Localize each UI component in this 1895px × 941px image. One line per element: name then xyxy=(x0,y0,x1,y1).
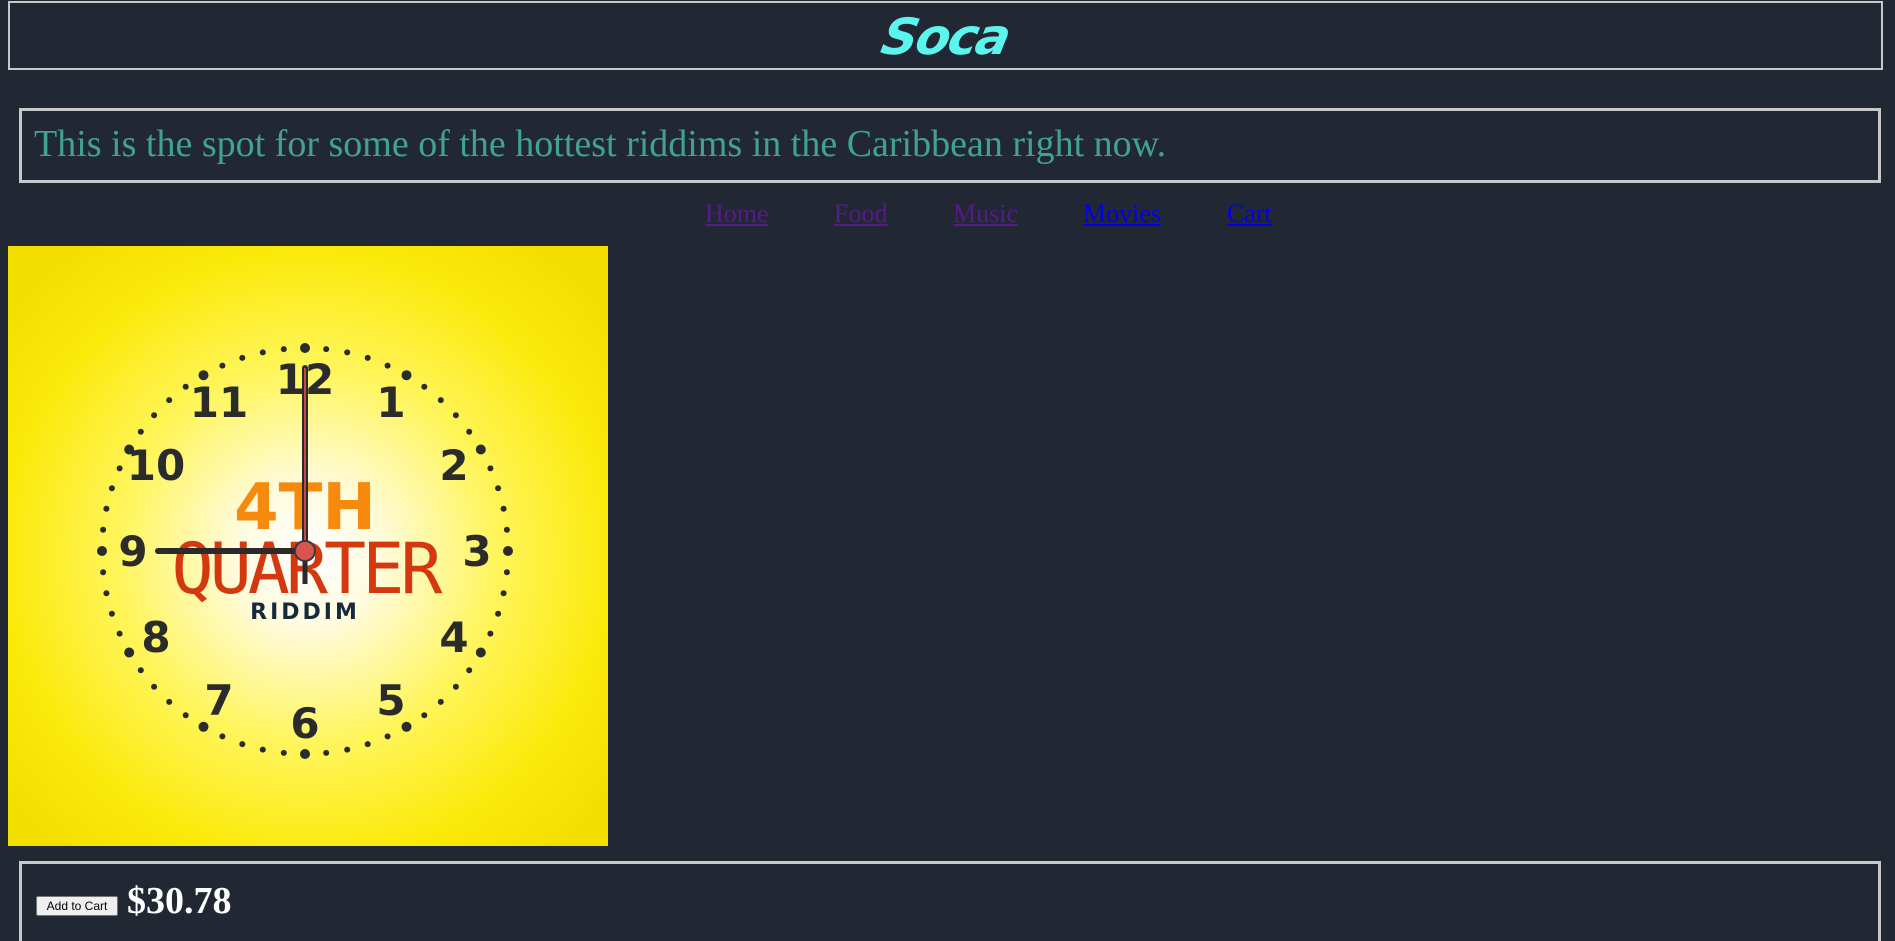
clock-number: 5 xyxy=(376,676,405,725)
clock-minor-tick xyxy=(280,346,287,353)
clock-minor-tick xyxy=(280,749,287,756)
clock-minor-tick xyxy=(116,465,123,472)
site-title: Soca xyxy=(876,8,1015,66)
clock-minor-tick xyxy=(364,741,371,748)
clock-number: 10 xyxy=(127,441,185,490)
clock-major-tick xyxy=(300,343,310,353)
clock-minor-tick xyxy=(495,610,502,617)
site-header: Soca xyxy=(8,1,1883,70)
clock-minor-tick xyxy=(166,397,173,404)
clock-minor-tick xyxy=(137,667,144,674)
clock-minor-tick xyxy=(108,610,115,617)
album-cover-image: 12 1 2 3 4 5 6 7 8 9 10 11 4TH QUARTER RIDDIM xyxy=(8,246,608,846)
clock-number: 3 xyxy=(462,527,491,576)
price-label: $30.78 xyxy=(127,880,232,922)
clock-minor-tick xyxy=(421,712,428,719)
clock-number: 1 xyxy=(376,378,405,427)
clock-number: 6 xyxy=(290,699,319,748)
nav-link-food[interactable]: Food xyxy=(834,197,887,231)
clock-minor-tick xyxy=(103,505,110,512)
clock-minor-tick xyxy=(323,749,330,756)
clock-major-tick xyxy=(503,546,513,556)
clock-minor-tick xyxy=(259,746,266,753)
purchase-panel: Add to Cart $30.78 xyxy=(19,861,1881,941)
clock-minor-tick xyxy=(166,698,173,705)
clock-minor-tick xyxy=(487,465,494,472)
clock-minor-tick xyxy=(344,746,351,753)
clock-minor-tick xyxy=(219,733,226,740)
clock-minor-tick xyxy=(466,428,473,435)
clock-minor-tick xyxy=(239,354,246,361)
clock-number: 11 xyxy=(190,378,248,427)
clock-major-tick xyxy=(475,647,486,658)
clock-minor-tick xyxy=(100,569,107,576)
clock-minor-tick xyxy=(239,741,246,748)
clock-minor-tick xyxy=(182,383,189,390)
clock-minor-tick xyxy=(259,349,266,356)
clock-minor-tick xyxy=(495,485,502,492)
main-nav: Home Food Music Movies Cart xyxy=(0,197,1895,231)
clock-minor-tick xyxy=(344,349,351,356)
clock-minor-tick xyxy=(323,346,330,353)
clock-minor-tick xyxy=(151,412,158,419)
clock-number: 9 xyxy=(118,527,147,576)
clock-minor-tick xyxy=(384,362,391,369)
album-cover-svg: 12 1234567891011 4TH QUARTER RIDDIM xyxy=(8,246,608,846)
clock-number: 4 xyxy=(439,613,468,662)
clock-center-cap xyxy=(294,540,316,562)
clock-minor-tick xyxy=(364,354,371,361)
clock-minor-tick xyxy=(108,485,115,492)
clock-minor-tick xyxy=(503,526,510,533)
clock-minor-tick xyxy=(503,569,510,576)
nav-link-music[interactable]: Music xyxy=(953,197,1018,231)
tagline-panel: This is the spot for some of the hottest… xyxy=(19,108,1881,183)
clock-minor-tick xyxy=(100,526,107,533)
clock-minor-tick xyxy=(137,428,144,435)
clock-minor-tick xyxy=(452,683,459,690)
clock-minor-tick xyxy=(103,590,110,597)
clock-minor-tick xyxy=(116,630,123,637)
clock-minor-tick xyxy=(500,590,507,597)
tagline-text: This is the spot for some of the hottest… xyxy=(34,123,1167,165)
clock-minor-tick xyxy=(452,412,459,419)
add-to-cart-button[interactable]: Add to Cart xyxy=(36,896,118,916)
clock-minor-tick xyxy=(384,733,391,740)
clock-major-tick xyxy=(97,546,107,556)
clock-number: 8 xyxy=(141,613,170,662)
nav-link-cart[interactable]: Cart xyxy=(1227,197,1272,231)
clock-major-tick xyxy=(475,444,486,455)
nav-link-movies[interactable]: Movies xyxy=(1083,197,1161,231)
clock-minor-tick xyxy=(487,630,494,637)
clock-minor-tick xyxy=(182,712,189,719)
clock-number: 2 xyxy=(439,441,468,490)
album-title-line3: RIDDIM xyxy=(250,600,360,625)
clock-major-tick xyxy=(300,749,310,759)
clock-minor-tick xyxy=(421,383,428,390)
clock-minor-tick xyxy=(500,505,507,512)
clock-major-tick xyxy=(124,647,135,658)
clock-minor-tick xyxy=(219,362,226,369)
clock-minor-tick xyxy=(151,683,158,690)
clock-minor-tick xyxy=(437,698,444,705)
clock-minor-tick xyxy=(466,667,473,674)
clock-minor-tick xyxy=(437,397,444,404)
nav-link-home[interactable]: Home xyxy=(705,197,769,231)
clock-number: 7 xyxy=(204,676,233,725)
